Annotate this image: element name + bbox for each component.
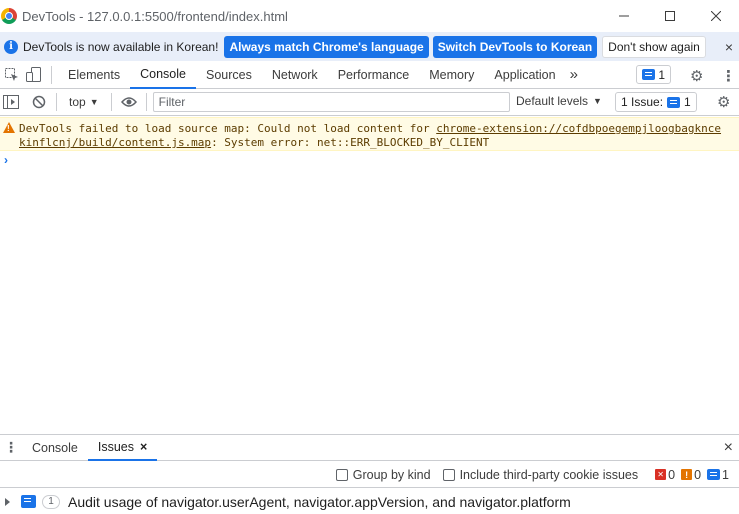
console-warning-message: DevTools failed to load source map: Coul… [0,117,739,151]
info-icon: i [4,39,18,54]
infobar-message: DevTools is now available in Korean! [23,39,219,54]
inspect-icon [5,67,18,81]
issues-counter-value: 1 [658,67,665,82]
maximize-button[interactable] [647,0,693,32]
separator [145,93,147,111]
warning-line-2: kinflcnj/build/content.js.map: System er… [19,136,489,149]
infobar-close-icon[interactable]: × [725,39,733,55]
issues-count: 1 [684,95,691,109]
warning-text: DevTools failed to load source map: Coul… [19,122,437,135]
warning-counter: ! 0 [681,468,701,482]
clear-icon [32,95,46,109]
warning-count-icon: ! [681,469,693,480]
message-icon [667,96,681,108]
sidebar-toggle-button[interactable] [0,91,22,113]
window-controls [601,0,739,32]
separator [56,93,57,111]
warning-line-1: DevTools failed to load source map: Coul… [19,122,721,135]
window-title: DevTools - 127.0.0.1:5500/frontend/index… [22,8,288,24]
devtools-tabbar: Elements Console Sources Network Perform… [0,61,739,89]
tab-memory[interactable]: Memory [419,61,484,89]
close-drawer-icon[interactable]: × [724,439,733,457]
window-titlebar: DevTools - 127.0.0.1:5500/frontend/index… [0,0,739,32]
context-selector[interactable]: top ▼ [63,95,105,109]
checkbox-box [335,468,348,481]
warning-error-text: : System error: net::ERR_BLOCKED_BY_CLIE… [211,136,490,149]
issues-button[interactable]: 1 Issue: 1 [615,92,697,112]
tab-console[interactable]: Console [130,61,196,89]
log-levels-dropdown[interactable]: Default levels ▼ [516,94,602,108]
levels-label: Default levels [516,94,589,108]
context-value: top [69,95,86,109]
separator [51,65,52,84]
tab-network[interactable]: Network [262,61,328,89]
message-icon [21,495,36,508]
group-by-kind-checkbox[interactable]: Group by kind [335,467,431,482]
close-tab-icon[interactable]: × [140,440,147,454]
issues-label: 1 Issue: [621,95,664,109]
clear-console-button[interactable] [28,91,50,113]
eye-icon [120,97,137,107]
language-infobar: i DevTools is now available in Korean! A… [0,32,739,61]
filter-input[interactable] [152,92,510,112]
drawer-tab-issues[interactable]: Issues × [87,435,158,461]
customize-menu-icon[interactable]: ⋮ [721,67,736,85]
maximize-icon [665,11,675,21]
close-icon [711,11,721,21]
checkbox-box [442,468,455,481]
issue-counters[interactable]: ✕ 0 ! 0 1 [652,468,729,482]
error-counter: ✕ 0 [655,468,675,482]
issue-row[interactable]: 1 Audit usage of navigator.userAgent, na… [0,489,739,514]
issues-counter-button[interactable]: 1 [636,65,671,84]
third-party-cookie-checkbox[interactable]: Include third-party cookie issues [442,467,639,482]
drawer-tab-console[interactable]: Console [22,435,88,461]
chevron-down-icon: ▼ [593,96,602,106]
info-counter: 1 [707,468,729,482]
minimize-button[interactable] [601,0,647,32]
dont-show-again-button[interactable]: Don't show again [602,35,706,58]
drawer-menu-icon[interactable]: ⋮ [0,439,22,456]
info-count: 1 [722,467,729,482]
message-icon [642,69,656,80]
warning-count: 0 [694,467,702,482]
tab-elements[interactable]: Elements [58,61,130,89]
more-tabs-button[interactable]: » [566,61,582,89]
source-map-link-continued[interactable]: kinflcnj/build/content.js.map [19,136,211,149]
drawer-tab-issues-label: Issues [97,439,135,454]
close-window-button[interactable] [693,0,739,32]
switch-language-button[interactable]: Switch DevTools to Korean [432,35,598,58]
match-language-button[interactable]: Always match Chrome's language [224,35,429,58]
error-icon: ✕ [655,469,667,480]
console-prompt[interactable]: › [4,153,8,167]
tab-application[interactable]: Application [484,61,565,89]
chrome-logo-icon [1,8,17,24]
settings-gear-icon[interactable]: ⚙ [690,67,703,85]
device-toolbar-button[interactable] [23,64,45,86]
third-party-cookie-label: Include third-party cookie issues [459,467,639,482]
inspect-element-button[interactable] [1,64,23,86]
issue-title: Audit usage of navigator.userAgent, navi… [68,493,571,510]
source-map-link[interactable]: chrome-extension://cofdbpoegempjloogbagk… [436,122,721,135]
tab-performance[interactable]: Performance [328,61,420,89]
sidebar-icon [3,95,19,109]
device-mode-icon [26,66,41,82]
message-icon [707,469,721,480]
warning-icon [3,122,15,133]
separator [110,93,112,111]
live-expression-button[interactable] [118,91,140,113]
drawer-tabbar: ⋮ Console Issues × × [0,434,739,461]
issue-count-badge: 1 [42,494,60,509]
expand-arrow-icon[interactable] [5,497,10,506]
console-toolbar: top ▼ Default levels ▼ 1 Issue: 1 ⚙ [0,89,739,116]
group-by-kind-label: Group by kind [352,467,431,482]
error-count: 0 [668,467,676,482]
issues-toolbar: Group by kind Include third-party cookie… [0,462,739,488]
minimize-icon [619,15,629,17]
chevron-down-icon: ▼ [89,97,99,107]
console-settings-gear-icon[interactable]: ⚙ [717,93,730,111]
tab-sources[interactable]: Sources [196,61,262,89]
